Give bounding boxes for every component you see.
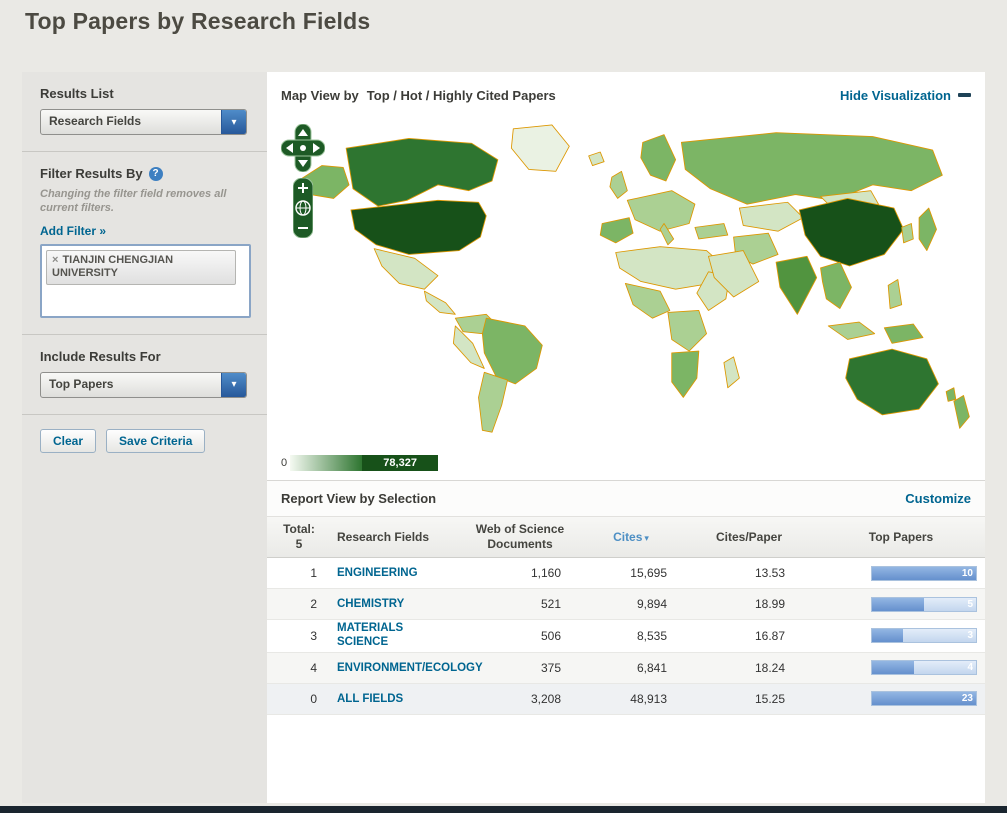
map-pan-control[interactable] xyxy=(281,124,325,172)
include-results-label: Include Results For xyxy=(40,348,161,364)
map-view-title: Top / Hot / Highly Cited Papers xyxy=(366,87,556,103)
row-documents: 1,160 xyxy=(530,566,561,580)
row-cites-per-paper: 16.87 xyxy=(754,628,785,643)
total-value: 5 xyxy=(295,537,303,551)
map-view-header: Map View by Top / Hot / Highly Cited Pap… xyxy=(267,72,985,118)
results-list-dropdown[interactable]: Research Fields ▾ xyxy=(40,109,247,135)
row-documents: 375 xyxy=(540,660,561,675)
minus-icon[interactable] xyxy=(958,93,971,97)
page-title: Top Papers by Research Fields xyxy=(25,8,371,34)
main-panel: Map View by Top / Hot / Highly Cited Pap… xyxy=(267,72,985,803)
total-header: Total: 5 xyxy=(267,522,331,552)
zoom-out-icon[interactable] xyxy=(298,227,308,229)
filter-by-label: Filter Results By xyxy=(40,166,143,181)
documents-header: Web of Science Documents xyxy=(475,522,565,551)
row-documents: 3,208 xyxy=(530,691,561,706)
content-panel: Results List Research Fields ▾ Filter Re… xyxy=(22,72,985,803)
chevron-down-icon[interactable]: ▾ xyxy=(221,110,246,134)
legend-max-value: 78,327 xyxy=(362,455,439,471)
report-view-title: Report View by Selection xyxy=(281,491,437,506)
top-papers-value: 3 xyxy=(967,630,973,642)
top-papers-bar: 10 xyxy=(871,565,977,581)
row-rank: 0 xyxy=(310,691,317,706)
top-papers-value: 5 xyxy=(967,598,973,610)
row-cites-per-paper: 13.53 xyxy=(754,566,785,580)
row-cites: 8,535 xyxy=(636,628,667,643)
row-documents: 521 xyxy=(540,597,561,611)
legend-min-value: 0 xyxy=(281,457,288,469)
row-cites: 9,894 xyxy=(636,597,667,611)
top-papers-bar: 5 xyxy=(871,596,977,612)
south-america[interactable] xyxy=(452,313,543,433)
world-map-svg[interactable] xyxy=(293,118,979,444)
hide-visualization-link[interactable]: Hide Visualization xyxy=(840,88,971,103)
results-list-selected: Research Fields xyxy=(49,114,142,128)
filter-note: Changing the filter field removes all cu… xyxy=(40,188,227,215)
add-filter-link[interactable]: Add Filter » xyxy=(40,224,106,238)
sidebar: Results List Research Fields ▾ Filter Re… xyxy=(22,72,267,803)
legend-gradient xyxy=(290,455,363,471)
oceania[interactable] xyxy=(845,348,970,429)
row-cites: 15,695 xyxy=(630,566,667,580)
table-row: 1 ENGINEERING 1,160 15,695 13.53 10 xyxy=(267,558,985,589)
customize-link[interactable]: Customize xyxy=(905,491,971,506)
filter-list-box[interactable]: × TIANJIN CHENGJIAN UNIVERSITY xyxy=(40,243,251,318)
top-papers-value: 10 xyxy=(961,567,973,579)
filter-tag[interactable]: × TIANJIN CHENGJIAN UNIVERSITY xyxy=(46,249,236,286)
top-papers-bar: 3 xyxy=(871,628,977,644)
europe[interactable] xyxy=(588,134,696,246)
field-link[interactable]: ENGINEERING xyxy=(337,567,418,581)
field-link[interactable]: ENVIRONMENT/ECOLOGY xyxy=(337,662,483,676)
filter-section: Filter Results By ? Changing the filter … xyxy=(22,152,267,334)
cites-sort-header[interactable]: Cites ▾ xyxy=(581,530,681,544)
bottom-bar xyxy=(0,806,1007,813)
field-link[interactable]: ALL FIELDS xyxy=(337,693,403,707)
north-america[interactable] xyxy=(300,124,570,315)
results-list-label: Results List xyxy=(40,86,114,101)
top-papers-header: Top Papers xyxy=(868,530,934,544)
chevron-down-icon[interactable]: ▾ xyxy=(221,372,246,397)
clear-button[interactable]: Clear xyxy=(40,428,97,453)
row-rank: 3 xyxy=(310,628,317,643)
row-cites: 6,841 xyxy=(636,660,667,675)
field-link[interactable]: MATERIALS SCIENCE xyxy=(337,622,453,650)
remove-filter-icon[interactable]: × xyxy=(52,254,58,266)
asia[interactable] xyxy=(680,132,943,344)
research-fields-header: Research Fields xyxy=(337,530,430,544)
row-cites-per-paper: 18.99 xyxy=(754,597,785,611)
table-header: Total: 5 Research Fields Web of Science … xyxy=(267,517,985,558)
row-cites: 48,913 xyxy=(630,691,667,706)
row-cites-per-paper: 15.25 xyxy=(754,691,785,706)
filter-tag-label: TIANJIN CHENGJIAN UNIVERSITY xyxy=(52,253,174,280)
field-link[interactable]: CHEMISTRY xyxy=(337,598,404,612)
row-documents: 506 xyxy=(540,628,561,643)
row-rank: 1 xyxy=(310,566,317,580)
table-row: 3 MATERIALS SCIENCE 506 8,535 16.87 3 xyxy=(267,620,985,653)
table-row: 2 CHEMISTRY 521 9,894 18.99 5 xyxy=(267,589,985,620)
top-papers-value: 4 xyxy=(967,662,973,674)
map-zoom-control[interactable] xyxy=(293,178,313,238)
zoom-in-icon[interactable] xyxy=(298,187,308,189)
include-results-dropdown[interactable]: Top Papers ▾ xyxy=(40,371,247,398)
map-view-label: Map View by xyxy=(281,87,359,103)
include-results-selected: Top Papers xyxy=(49,376,114,391)
cites-per-paper-header: Cites/Paper xyxy=(715,530,783,544)
row-cites-per-paper: 18.24 xyxy=(754,660,785,675)
top-papers-bar: 4 xyxy=(871,660,977,676)
map-visualization[interactable] xyxy=(267,118,985,446)
top-papers-value: 23 xyxy=(961,693,973,705)
save-criteria-button[interactable]: Save Criteria xyxy=(106,428,206,453)
table-row-all-fields: 0 ALL FIELDS 3,208 48,913 15.25 23 xyxy=(267,683,985,715)
report-view-header: Report View by Selection Customize xyxy=(267,480,985,517)
row-rank: 4 xyxy=(310,660,317,675)
table-row: 4 ENVIRONMENT/ECOLOGY 375 6,841 18.24 4 xyxy=(267,652,985,684)
row-rank: 2 xyxy=(310,597,317,611)
sort-desc-icon[interactable]: ▾ xyxy=(644,533,649,543)
help-icon[interactable]: ? xyxy=(148,166,163,181)
results-list-section: Results List Research Fields ▾ xyxy=(22,72,267,151)
map-legend: 0 78,327 xyxy=(267,446,985,480)
top-papers-bar: 23 xyxy=(871,691,977,707)
include-results-section: Include Results For Top Papers ▾ xyxy=(22,335,267,414)
sidebar-buttons-section: Clear Save Criteria xyxy=(22,415,267,469)
